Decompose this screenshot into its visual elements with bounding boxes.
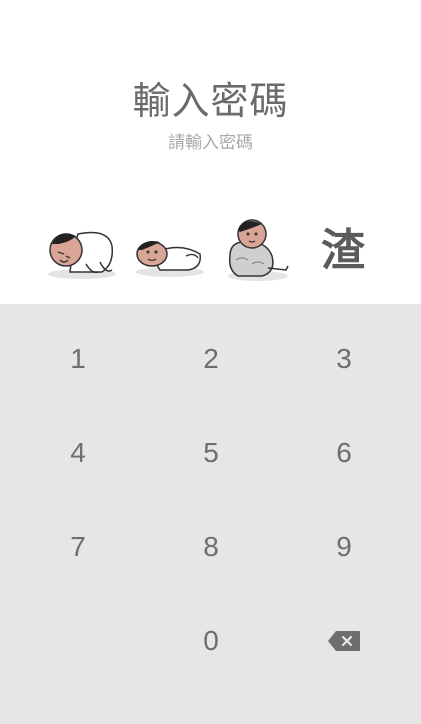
lying-cartoon-man-sticker — [136, 241, 204, 277]
key-4[interactable]: 4 — [8, 406, 148, 500]
passcode-slot-2 — [130, 212, 210, 292]
backspace-icon — [328, 631, 360, 651]
key-5[interactable]: 5 — [141, 406, 281, 500]
backspace-button[interactable] — [274, 594, 414, 688]
key-1[interactable]: 1 — [8, 312, 148, 406]
passcode-slot-3 — [222, 212, 302, 292]
passcode-slot-4-character: 渣 — [321, 225, 365, 276]
key-7[interactable]: 7 — [8, 500, 148, 594]
page-subtitle: 請輸入密碼 — [168, 133, 253, 153]
passcode-slot-1 — [42, 212, 122, 292]
key-8[interactable]: 8 — [141, 500, 281, 594]
key-9[interactable]: 9 — [274, 500, 414, 594]
sleeping-cartoon-man-sticker — [48, 231, 116, 279]
key-6[interactable]: 6 — [274, 406, 414, 500]
key-empty — [8, 594, 148, 688]
key-3[interactable]: 3 — [274, 312, 414, 406]
passcode-header-area: 輸入密碼 請輸入密碼 渣 — [0, 0, 421, 304]
passcode-slots: 渣 — [0, 212, 421, 292]
sitting-cartoon-man-sticker — [228, 219, 289, 281]
numeric-keypad: 1 2 3 4 5 6 7 8 9 0 — [0, 304, 421, 724]
key-2[interactable]: 2 — [141, 312, 281, 406]
page-title: 輸入密碼 — [132, 79, 289, 123]
key-0[interactable]: 0 — [141, 594, 281, 688]
